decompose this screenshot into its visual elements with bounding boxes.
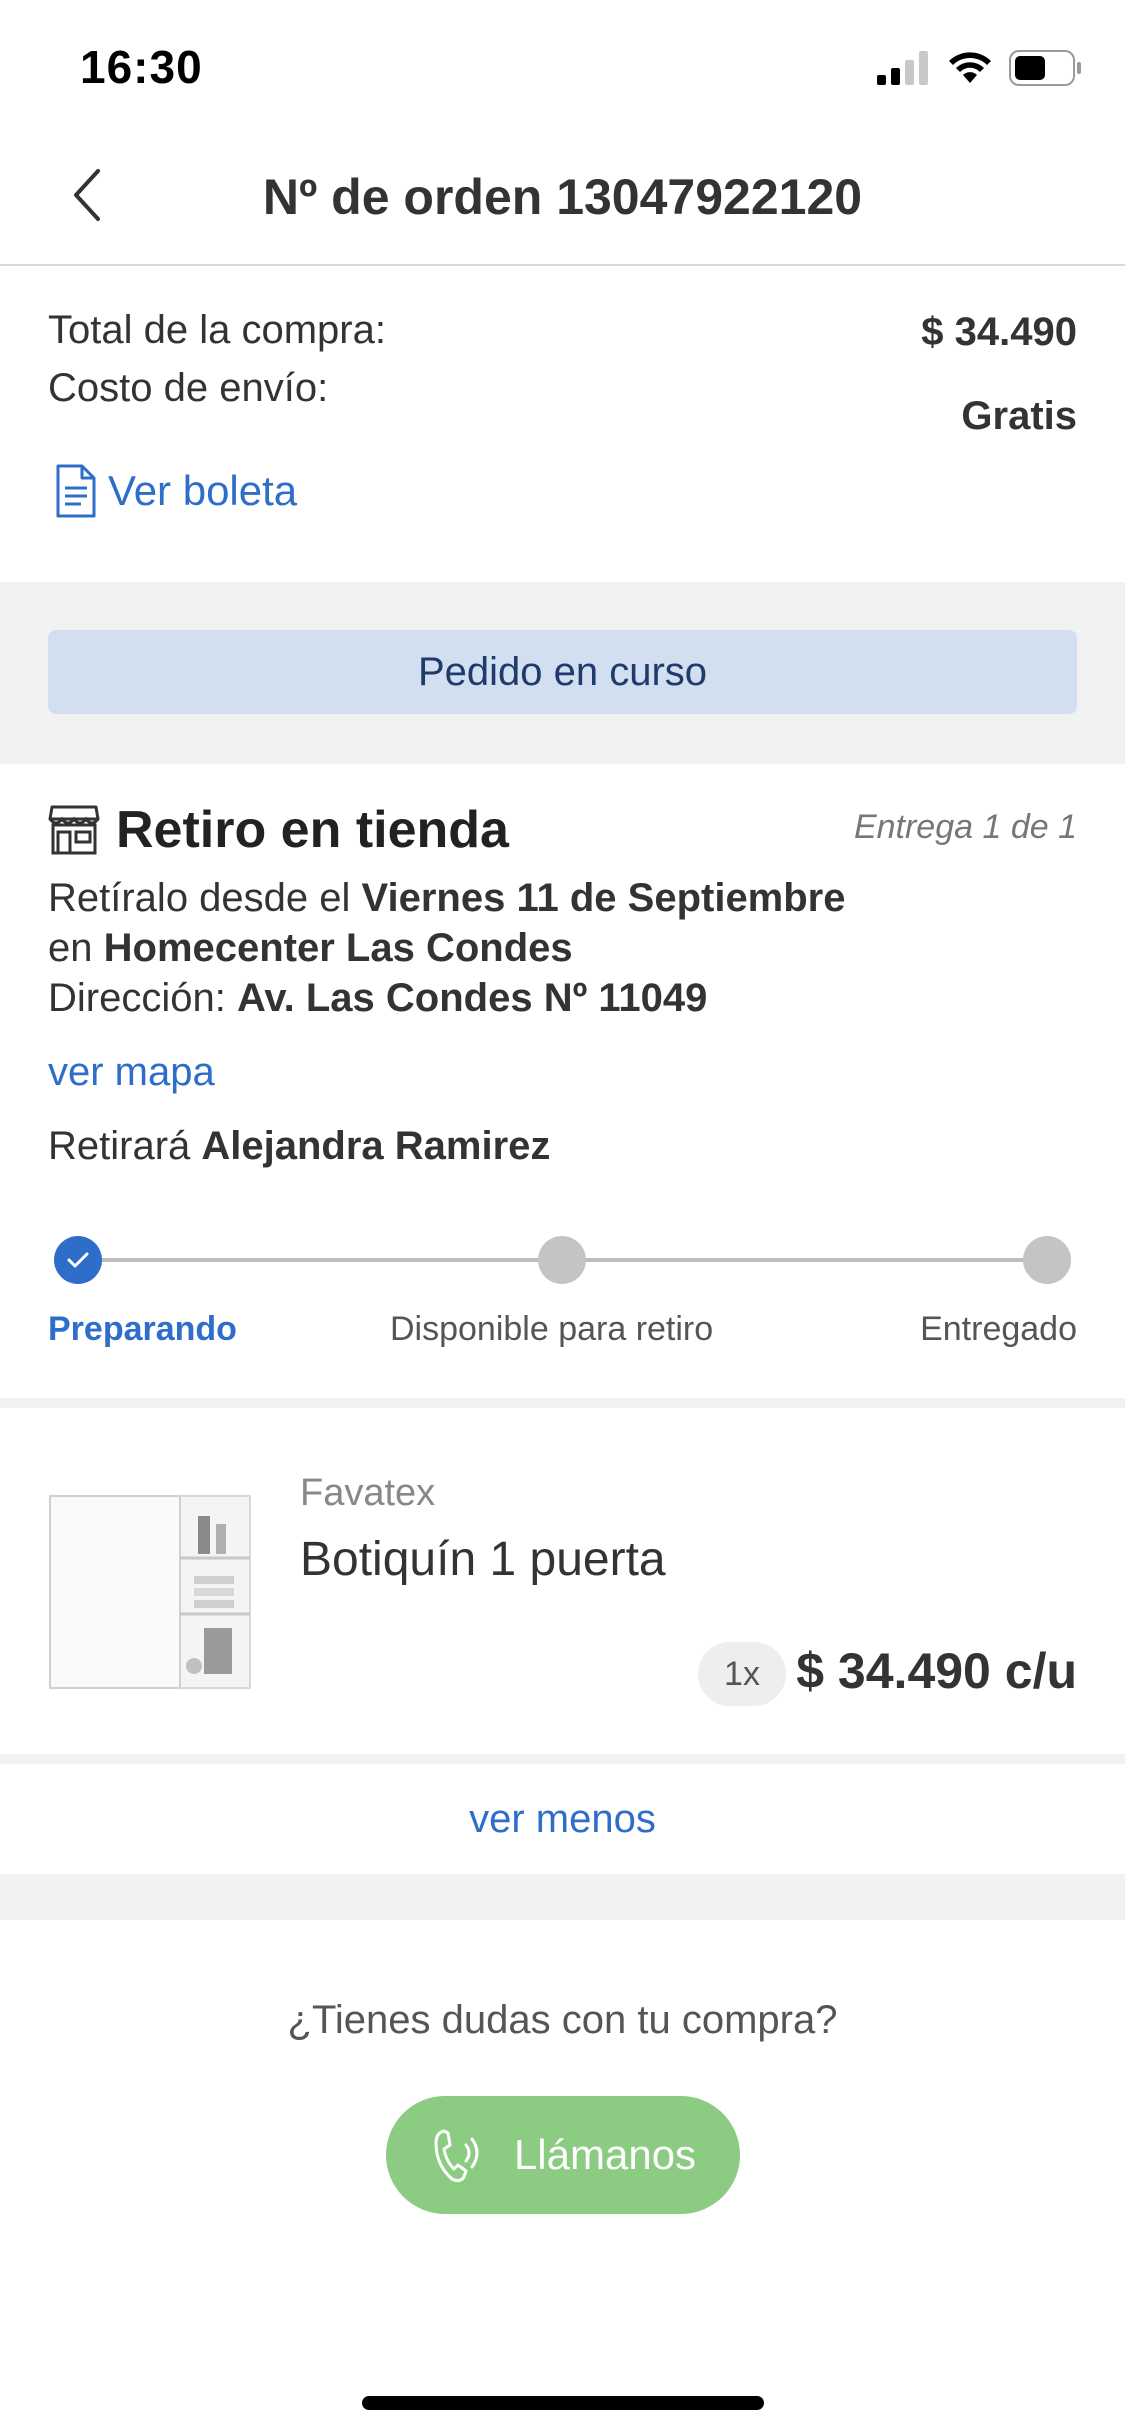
product-brand: Favatex xyxy=(300,1472,436,1514)
store-icon xyxy=(48,805,100,855)
divider xyxy=(0,1874,1125,1920)
pickup-store: Homecenter Las Condes xyxy=(103,926,573,970)
picker-prefix: Retirará xyxy=(48,1124,191,1168)
product-item: Favatex Botiquín 1 puerta 1x $ 34.490 c/… xyxy=(0,1408,1125,1754)
total-label: Total de la compra: xyxy=(48,308,386,352)
quantity-badge: 1x xyxy=(698,1642,786,1706)
step-entregado-label: Entregado xyxy=(920,1310,1077,1348)
view-receipt-label: Ver boleta xyxy=(108,467,298,514)
divider xyxy=(0,1754,1125,1764)
total-value: $ 34.490 xyxy=(921,310,1077,354)
order-summary: Total de la compra: $ 34.490 Costo de en… xyxy=(0,268,1125,582)
step-preparando-dot xyxy=(54,1236,102,1284)
product-image xyxy=(49,1495,251,1689)
divider xyxy=(0,1398,1125,1408)
phone-icon xyxy=(434,2129,479,2183)
step-entregado-dot xyxy=(1023,1236,1071,1284)
step-preparando-label: Preparando xyxy=(48,1310,237,1348)
pickup-date: Viernes 11 de Septiembre xyxy=(361,876,846,920)
shipping-label: Costo de envío: xyxy=(48,366,329,410)
shipping-row: Costo de envío: Gratis xyxy=(48,366,1077,438)
picker-line: Retirará Alejandra Ramirez xyxy=(48,1124,550,1169)
pickup-title: Retiro en tienda xyxy=(116,801,509,859)
call-us-label: Llámanos xyxy=(513,2131,697,2178)
status-time: 16:30 xyxy=(80,41,203,93)
pickup-address-prefix: Dirección: xyxy=(48,976,226,1020)
battery-icon xyxy=(1009,50,1081,86)
help-question: ¿Tienes dudas con tu compra? xyxy=(287,1998,838,2042)
help-section: ¿Tienes dudas con tu compra? Llámanos xyxy=(0,1920,1125,2436)
page-title: Nº de orden 13047922120 xyxy=(262,169,863,225)
pickup-section: Retiro en tienda Entrega 1 de 1 Retíralo… xyxy=(0,764,1125,1398)
home-indicator xyxy=(362,2396,764,2410)
status-icons xyxy=(877,50,1083,86)
wifi-icon xyxy=(949,52,991,83)
check-icon xyxy=(67,1252,89,1268)
show-less-link[interactable]: ver menos xyxy=(0,1764,1125,1874)
status-bar: 16:30 xyxy=(0,0,1125,130)
order-progress-tracker: Preparando Disponible para retiro Entreg… xyxy=(48,1230,1077,1350)
call-us-button[interactable]: Llámanos xyxy=(386,2096,740,2214)
pickup-date-line: Retíralo desde el Viernes 11 de Septiemb… xyxy=(48,876,846,921)
view-receipt-link[interactable]: Ver boleta xyxy=(54,464,297,518)
document-icon xyxy=(56,464,96,518)
pickup-address-line: Dirección: Av. Las Condes Nº 11049 xyxy=(48,976,707,1021)
step-disponible-label: Disponible para retiro xyxy=(390,1310,714,1348)
total-row: Total de la compra: $ 34.490 xyxy=(48,308,1077,354)
unit-price: $ 34.490 c/u xyxy=(796,1643,1077,1699)
order-status-badge: Pedido en curso xyxy=(48,630,1077,714)
pickup-store-line: en Homecenter Las Condes xyxy=(48,926,573,971)
pickup-date-prefix: Retíralo desde el xyxy=(48,876,351,920)
pickup-address: Av. Las Condes Nº 11049 xyxy=(236,976,708,1020)
pickup-store-prefix: en xyxy=(48,926,93,970)
pickup-header: Retiro en tienda xyxy=(48,800,509,860)
nav-header: Nº de orden 13047922120 xyxy=(0,130,1125,266)
shipping-value: Gratis xyxy=(961,394,1077,438)
delivery-count: Entrega 1 de 1 xyxy=(853,808,1077,846)
product-name: Botiquín 1 puerta xyxy=(300,1533,666,1586)
picker-name: Alejandra Ramirez xyxy=(201,1124,551,1168)
view-map-link[interactable]: ver mapa xyxy=(48,1050,215,1095)
step-disponible-dot xyxy=(538,1236,586,1284)
signal-icon xyxy=(877,51,928,85)
